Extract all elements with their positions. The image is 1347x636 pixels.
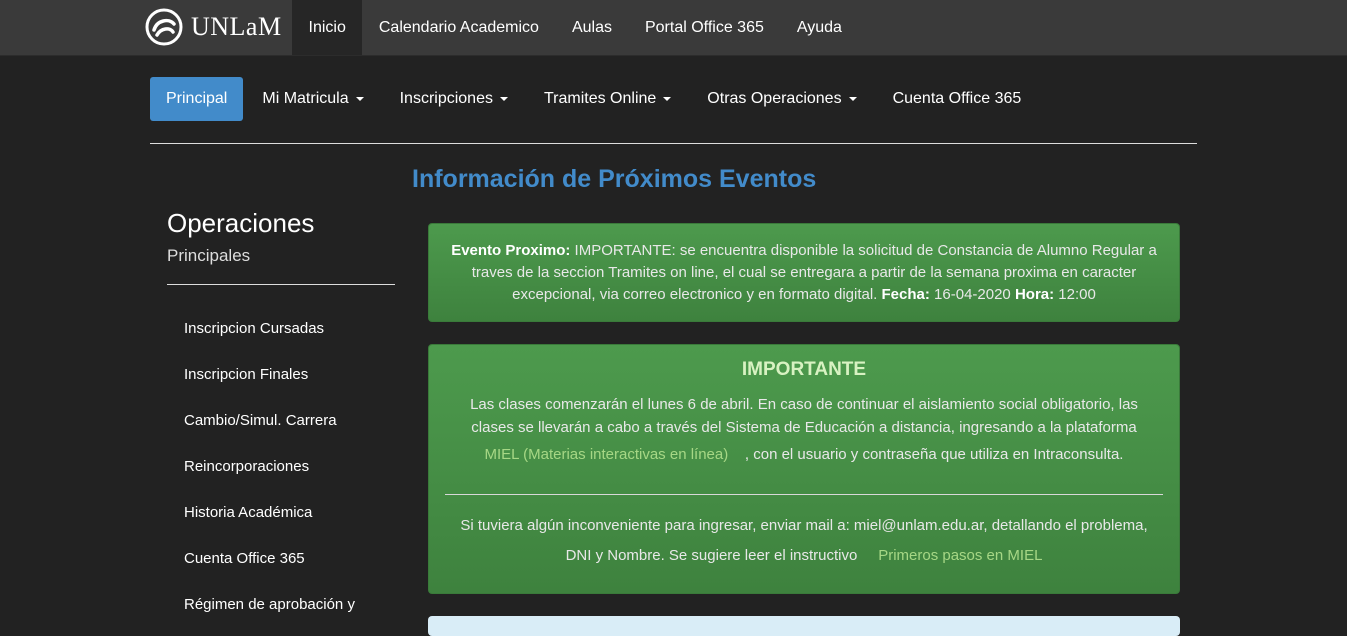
subnav-label: Tramites Online <box>543 90 657 107</box>
subnav-label: Mi Matricula <box>262 90 349 107</box>
important-line: MIEL (Materias interactivas en línea) , … <box>429 445 1179 465</box>
subnav-inscripciones[interactable]: Inscripciones <box>383 77 525 121</box>
subnav-cuenta-office[interactable]: Cuenta Office 365 <box>876 77 1039 121</box>
subnav-mi-matricula[interactable]: Mi Matricula <box>245 77 380 121</box>
miel-link[interactable]: MIEL (Materias interactivas en línea) <box>485 446 729 463</box>
sidebar-item-regimen-aprobacion[interactable]: Régimen de aprobación y <box>167 583 395 629</box>
important-after-link: , con el usuario y contraseña que utiliz… <box>744 446 1124 463</box>
subnav-otras-operaciones[interactable]: Otras Operaciones <box>690 77 873 121</box>
caret-down-icon <box>848 96 857 101</box>
event-time: 12:00 <box>1054 286 1096 303</box>
important-contact: Si tuviera algún inconveniente para ingr… <box>449 511 1159 571</box>
sidebar-item-inscripcion-finales[interactable]: Inscripcion Finales <box>167 353 395 399</box>
important-title: IMPORTANTE <box>741 359 867 380</box>
page-title: Información de Próximos Eventos <box>412 165 817 193</box>
info-alert <box>428 616 1180 636</box>
event-label: Evento Proximo: <box>451 242 571 259</box>
topnav-ayuda[interactable]: Ayuda <box>780 0 858 55</box>
sub-nav: Principal Mi Matricula Inscripciones Tra… <box>150 77 1040 121</box>
subnav-label: Principal <box>166 90 228 107</box>
topnav-calendario[interactable]: Calendario Academico <box>362 0 555 55</box>
sidebar-item-inscripcion-cursadas[interactable]: Inscripcion Cursadas <box>167 307 395 353</box>
caret-down-icon <box>355 96 364 101</box>
event-date: 16-04-2020 <box>929 286 1015 303</box>
top-navbar: UNLaM Inicio Calendario Academico Aulas … <box>0 0 1347 56</box>
subnav-label: Otras Operaciones <box>707 90 842 107</box>
important-body: Las clases comenzarán el lunes 6 de abri… <box>470 396 1138 436</box>
subnav-divider <box>150 143 1197 144</box>
sidebar-item-cuenta-office[interactable]: Cuenta Office 365 <box>167 537 395 583</box>
topnav-inicio[interactable]: Inicio <box>292 0 363 55</box>
top-nav: Inicio Calendario Academico Aulas Portal… <box>292 0 858 55</box>
topnav-aulas[interactable]: Aulas <box>555 0 628 55</box>
caret-down-icon <box>499 96 508 101</box>
event-date-label: Fecha: <box>881 286 930 303</box>
sidebar-subheading: Principales <box>167 246 251 265</box>
sidebar-divider <box>167 284 395 285</box>
topnav-portal-office[interactable]: Portal Office 365 <box>628 0 780 55</box>
subnav-label: Cuenta Office 365 <box>892 90 1022 107</box>
event-alert: Evento Proximo: IMPORTANTE: se encuentra… <box>428 223 1180 322</box>
unlam-logo-icon <box>145 8 183 46</box>
brand-name: UNLaM <box>191 12 282 41</box>
sidebar-heading: Operaciones <box>167 208 315 238</box>
important-divider <box>445 494 1163 495</box>
sidebar-item-reincorporaciones[interactable]: Reincorporaciones <box>167 445 395 491</box>
important-alert: IMPORTANTE Las clases comenzarán el lune… <box>428 344 1180 594</box>
subnav-principal[interactable]: Principal <box>150 77 244 121</box>
contact-text: Si tuviera algún inconveniente para ingr… <box>460 517 1148 564</box>
caret-down-icon <box>663 96 672 101</box>
sidebar-item-cambio-carrera[interactable]: Cambio/Simul. Carrera <box>167 399 395 445</box>
sidebar-item-historia-academica[interactable]: Historia Académica <box>167 491 395 537</box>
subnav-label: Inscripciones <box>399 90 493 107</box>
event-time-label: Hora: <box>1014 286 1055 303</box>
primeros-pasos-link[interactable]: Primeros pasos en MIEL <box>878 547 1042 564</box>
brand[interactable]: UNLaM <box>145 8 282 46</box>
subnav-tramites-online[interactable]: Tramites Online <box>527 77 688 121</box>
sidebar-menu: Inscripcion Cursadas Inscripcion Finales… <box>167 307 395 629</box>
